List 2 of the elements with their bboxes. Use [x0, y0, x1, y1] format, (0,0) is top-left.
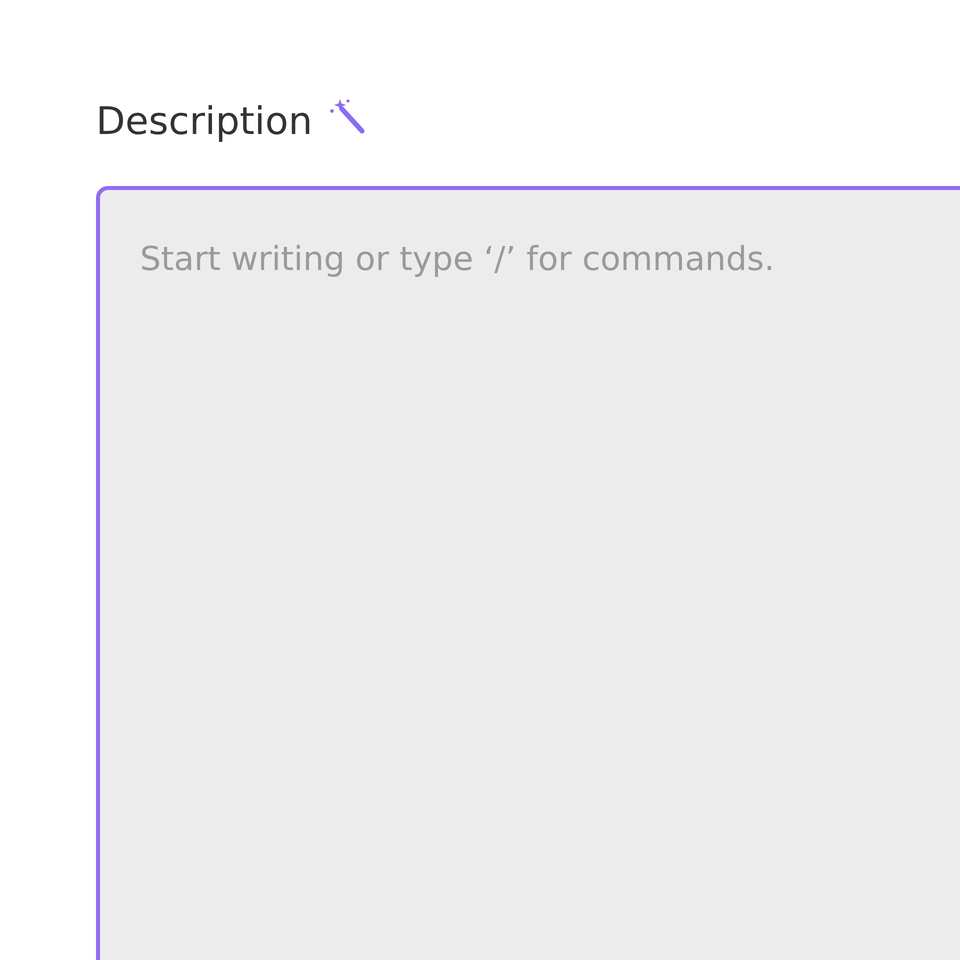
field-label: Description	[96, 102, 312, 140]
description-field[interactable]: Start writing or type ‘/’ for commands.	[96, 186, 960, 960]
